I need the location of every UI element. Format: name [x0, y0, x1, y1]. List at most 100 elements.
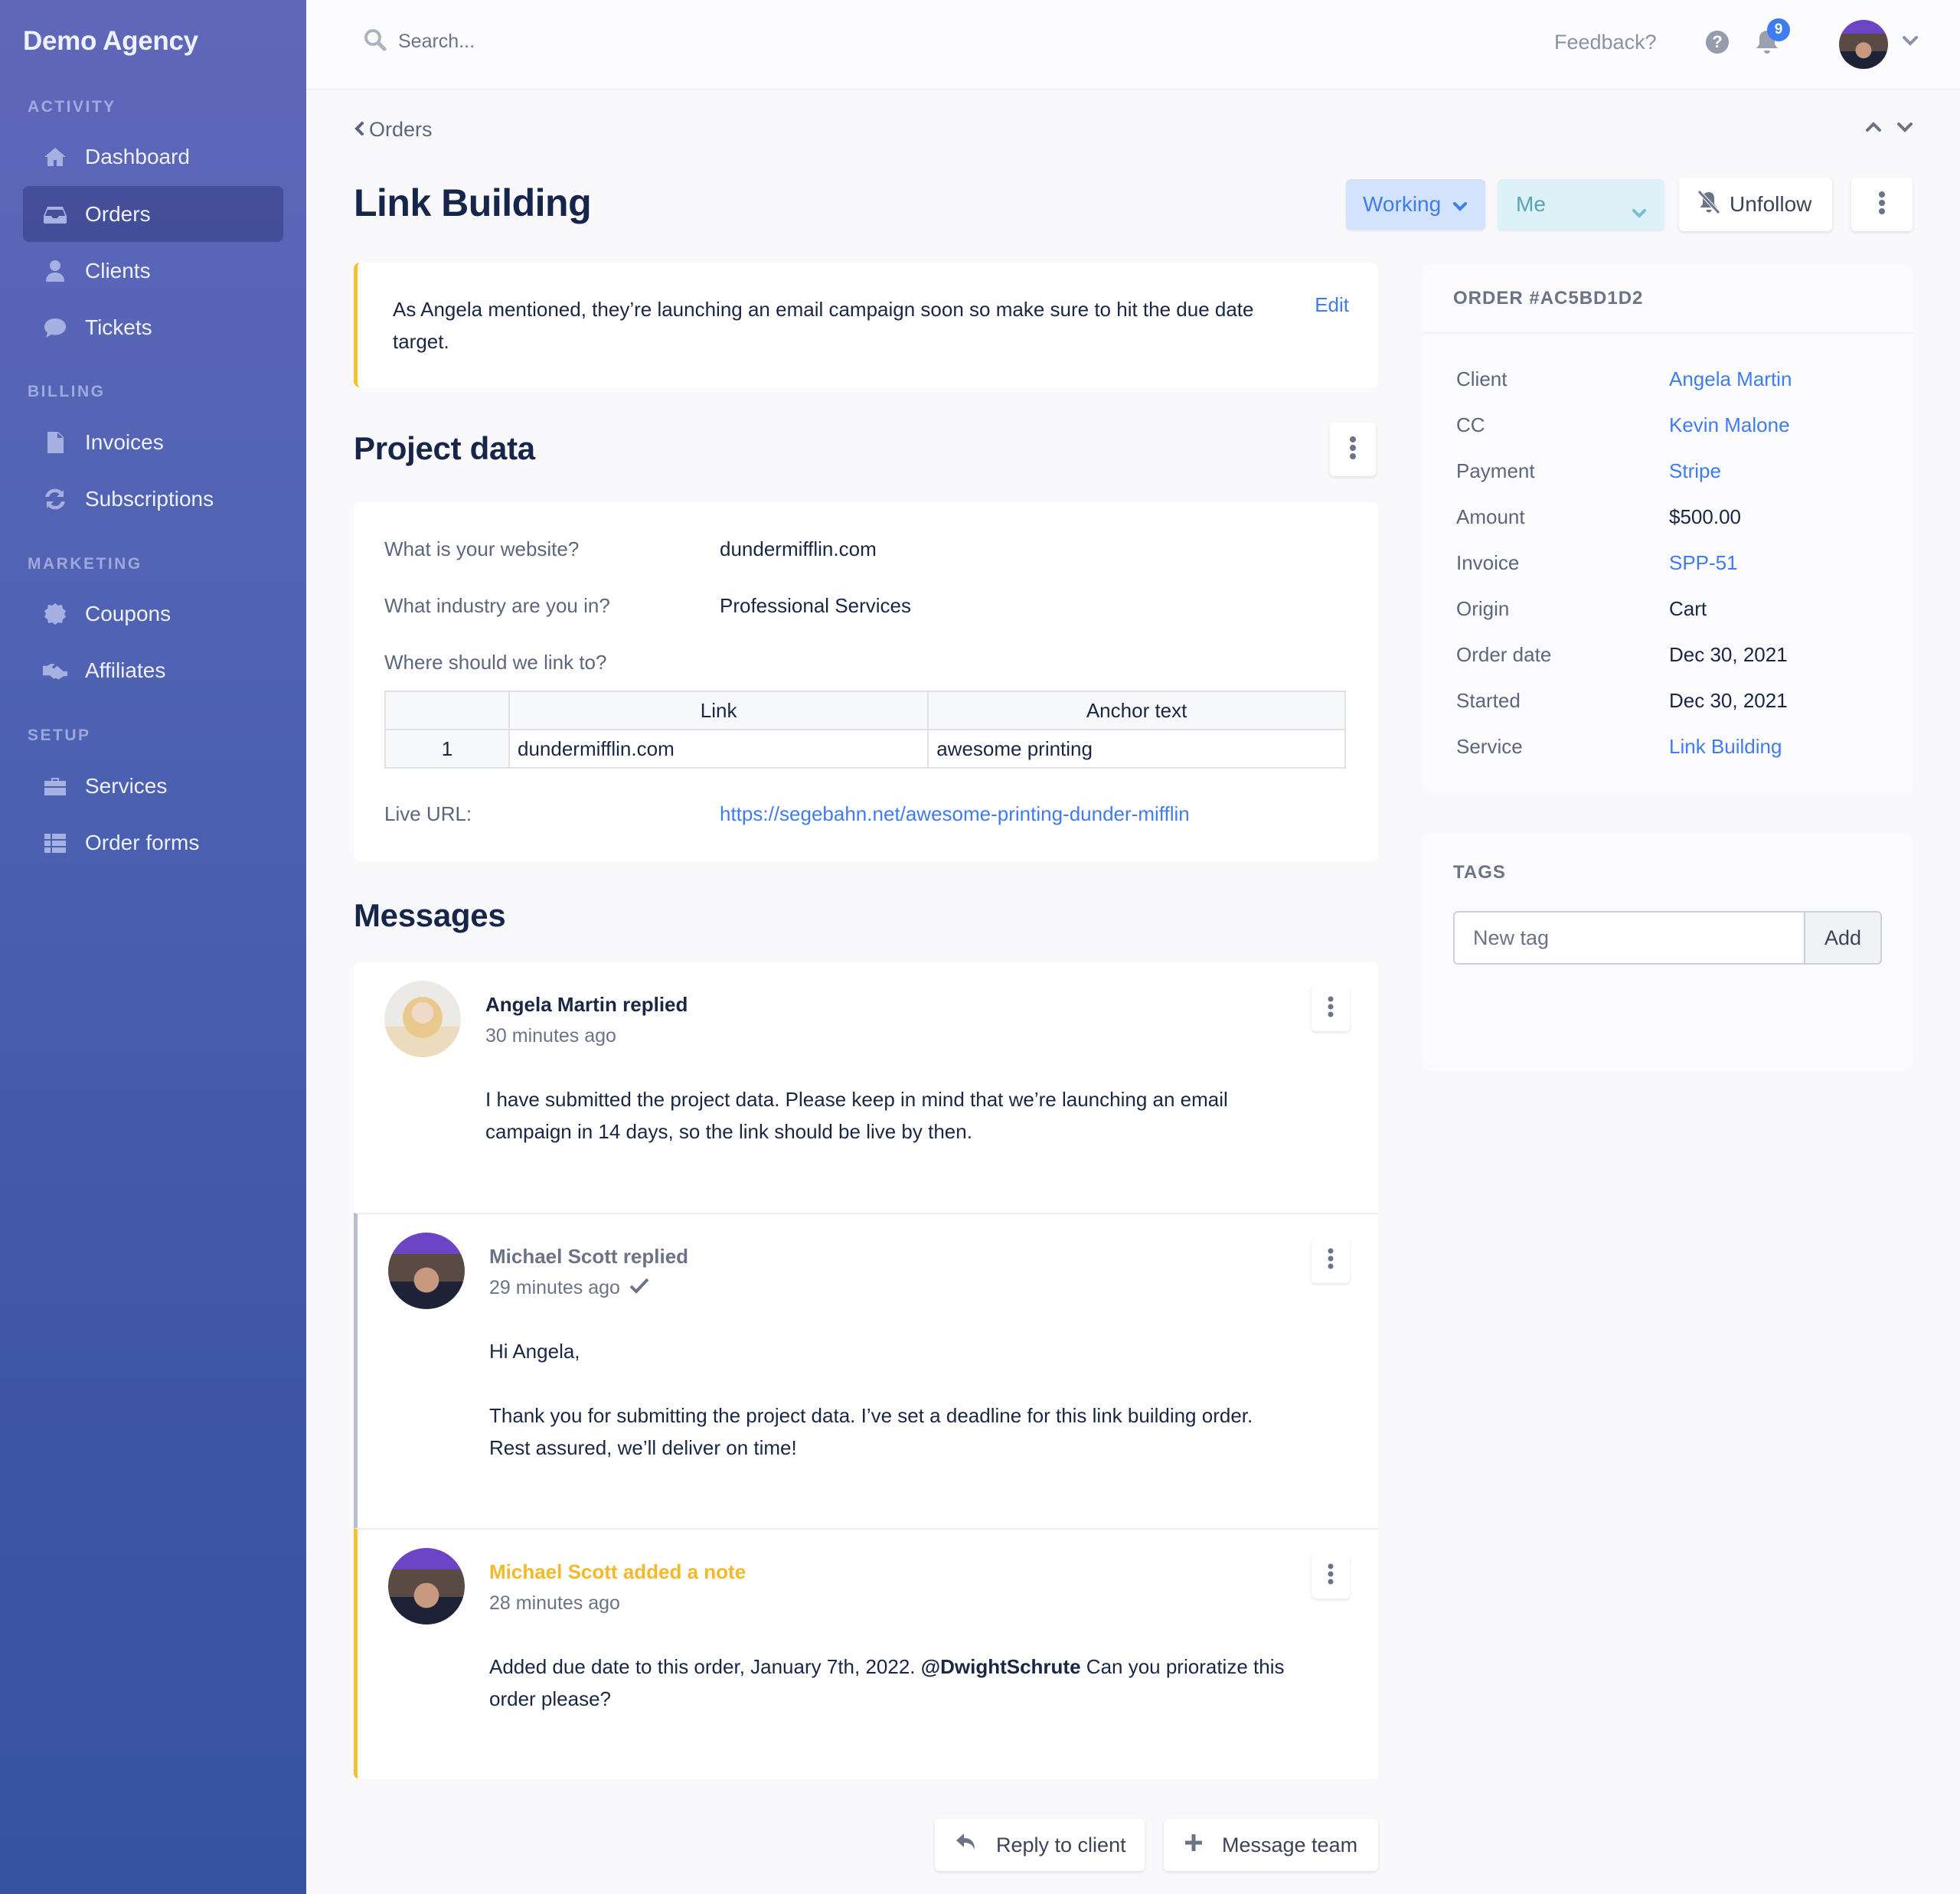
column-header-link: Link	[508, 691, 929, 730]
message-menu-button[interactable]	[1312, 1553, 1350, 1598]
previous-order-chevron-up-icon[interactable]	[1865, 121, 1882, 137]
message-menu-button[interactable]	[1312, 985, 1350, 1031]
sidebar-item-tickets[interactable]: Tickets	[23, 299, 283, 355]
order-field-label: Origin	[1456, 597, 1510, 620]
bell-slash-icon	[1696, 189, 1722, 220]
avatar	[388, 1548, 465, 1625]
assignee-dropdown[interactable]: Me	[1498, 179, 1664, 230]
note-item: Michael Scott added a note 28 minutes ag…	[354, 1528, 1378, 1779]
order-field-label: Client	[1456, 367, 1508, 390]
chat-bubble-icon	[42, 315, 68, 341]
sidebar-item-services[interactable]: Services	[23, 758, 283, 814]
payment-link[interactable]: Stripe	[1669, 459, 1721, 483]
message-team-button[interactable]: Message team	[1164, 1819, 1378, 1871]
message-time-text: 29 minutes ago	[489, 1277, 620, 1298]
kebab-menu-icon	[1327, 996, 1334, 1021]
help-icon[interactable]: ?	[1706, 31, 1729, 54]
tags-heading: TAGS	[1453, 862, 1506, 883]
client-link[interactable]: Angela Martin	[1669, 367, 1792, 391]
cc-link[interactable]: Kevin Malone	[1669, 413, 1790, 437]
origin-value: Cart	[1669, 597, 1707, 620]
user-avatar[interactable]	[1839, 20, 1888, 69]
message-body-greeting: Hi Angela,	[489, 1340, 580, 1363]
toolbox-icon	[42, 773, 68, 799]
nav-section-setup: SETUP	[28, 727, 91, 744]
sidebar-item-label: Order forms	[85, 830, 200, 854]
order-date-value: Dec 30, 2021	[1669, 643, 1788, 666]
reply-to-client-button[interactable]: Reply to client	[935, 1819, 1145, 1871]
link-table: Link Anchor text 1 dundermifflin.com awe…	[384, 691, 1346, 769]
message-time: 28 minutes ago	[489, 1592, 620, 1615]
message-author: Angela Martin replied	[485, 993, 688, 1016]
unfollow-button[interactable]: Unfollow	[1679, 178, 1832, 231]
sidebar-item-affiliates[interactable]: Affiliates	[23, 642, 283, 698]
sidebar-item-order-forms[interactable]: Order forms	[23, 815, 283, 870]
user-mention[interactable]: @DwightSchrute	[921, 1655, 1081, 1678]
message-item: Angela Martin replied 30 minutes ago I h…	[354, 962, 1378, 1213]
order-details-panel: ORDER #AC5BD1D2 Client Angela Martin CC …	[1423, 265, 1913, 793]
next-order-chevron-down-icon[interactable]	[1896, 121, 1913, 137]
search-input[interactable]	[398, 31, 781, 53]
sidebar-item-orders[interactable]: Orders	[23, 186, 283, 242]
sidebar-item-label: Subscriptions	[85, 486, 214, 511]
sidebar-item-label: Invoices	[85, 429, 164, 454]
message-time: 30 minutes ago	[485, 1025, 616, 1047]
feedback-link[interactable]: Feedback?	[1554, 31, 1657, 54]
field-label: What industry are you in?	[384, 594, 610, 617]
home-icon	[42, 144, 68, 170]
order-note: As Angela mentioned, they’re launching a…	[354, 263, 1378, 387]
checkmark-seen-icon	[629, 1277, 649, 1299]
live-url-label: Live URL:	[384, 802, 472, 825]
started-value: Dec 30, 2021	[1669, 689, 1788, 712]
field-label: Where should we link to?	[384, 651, 607, 674]
refresh-icon	[42, 486, 68, 512]
sidebar-item-label: Clients	[85, 258, 151, 282]
order-field-label: CC	[1456, 413, 1485, 436]
message-menu-button[interactable]	[1312, 1237, 1350, 1283]
edit-note-link[interactable]: Edit	[1315, 293, 1349, 317]
field-label: What is your website?	[384, 537, 580, 560]
sidebar-item-label: Orders	[85, 201, 151, 226]
nav-section-billing: BILLING	[28, 383, 106, 400]
kebab-menu-icon	[1327, 1248, 1334, 1273]
avatar	[384, 981, 461, 1057]
sidebar-item-coupons[interactable]: Coupons	[23, 586, 283, 642]
reply-label: Reply to client	[996, 1833, 1126, 1856]
note-body: Added due date to this order, January 7t…	[489, 1651, 1293, 1715]
message-item: Michael Scott replied 29 minutes ago Hi …	[354, 1213, 1378, 1528]
document-icon	[42, 429, 68, 456]
brand-logo[interactable]: Demo Agency	[23, 26, 198, 57]
add-tag-button[interactable]: Add	[1804, 911, 1882, 965]
live-url-link[interactable]: https://segebahn.net/awesome-printing-du…	[720, 802, 1190, 826]
note-text: As Angela mentioned, they’re launching a…	[393, 298, 1254, 353]
message-time: 29 minutes ago	[489, 1277, 649, 1299]
more-actions-button[interactable]	[1851, 178, 1913, 231]
sidebar-item-dashboard[interactable]: Dashboard	[23, 129, 283, 185]
status-label: Working	[1363, 192, 1442, 216]
sidebar-item-subscriptions[interactable]: Subscriptions	[23, 471, 283, 527]
table-row: 1 dundermifflin.com awesome printing	[384, 729, 1346, 769]
tags-panel: TAGS Add	[1423, 833, 1913, 1070]
sidebar-item-invoices[interactable]: Invoices	[23, 414, 283, 470]
cell-link: dundermifflin.com	[508, 729, 929, 769]
status-dropdown[interactable]: Working	[1346, 179, 1485, 230]
service-link[interactable]: Link Building	[1669, 735, 1782, 759]
kebab-menu-icon	[1878, 191, 1886, 218]
note-text: Added due date to this order, January 7t…	[489, 1655, 921, 1678]
coupon-badge-icon	[42, 601, 68, 627]
new-tag-input[interactable]	[1453, 911, 1804, 965]
invoice-link[interactable]: SPP-51	[1669, 551, 1738, 575]
nav-section-marketing: MARKETING	[28, 555, 142, 573]
breadcrumb-back-orders[interactable]: Orders	[354, 118, 433, 142]
sidebar-item-label: Tickets	[85, 315, 152, 339]
page-title: Link Building	[354, 181, 592, 224]
breadcrumb-label: Orders	[369, 118, 433, 141]
inbox-icon	[42, 201, 68, 227]
unfollow-label: Unfollow	[1730, 192, 1812, 216]
assignee-label: Me	[1516, 192, 1546, 216]
chevron-down-icon[interactable]	[1902, 35, 1919, 50]
cell-anchor: awesome printing	[927, 729, 1346, 769]
project-data-menu-button[interactable]	[1330, 423, 1376, 476]
message-time-text: 28 minutes ago	[489, 1592, 620, 1614]
sidebar-item-clients[interactable]: Clients	[23, 243, 283, 299]
